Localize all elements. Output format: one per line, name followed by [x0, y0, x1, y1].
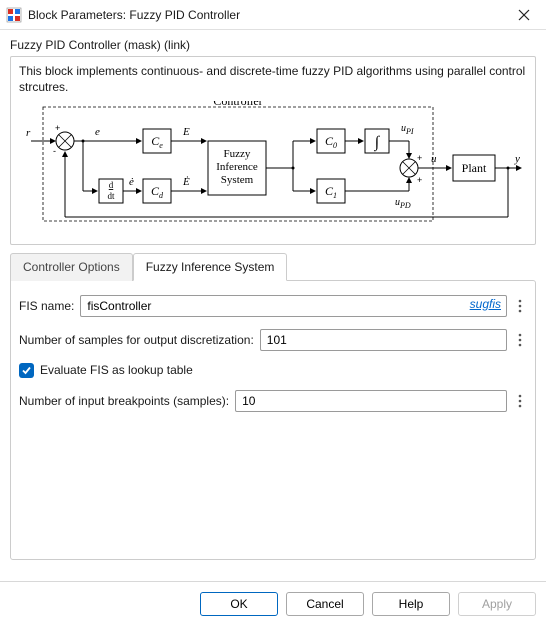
window-title: Block Parameters: Fuzzy PID Controller — [28, 8, 510, 22]
ok-button[interactable]: OK — [200, 592, 278, 616]
num-samples-menu-icon[interactable] — [513, 329, 527, 351]
breakpoints-input[interactable] — [235, 390, 507, 412]
apply-button: Apply — [458, 592, 536, 616]
num-samples-label: Number of samples for output discretizat… — [19, 333, 254, 347]
tab-fuzzy-inference-system[interactable]: Fuzzy Inference System — [133, 253, 288, 281]
description-box: This block implements continuous- and di… — [10, 56, 536, 245]
breakpoints-menu-icon[interactable] — [513, 390, 527, 412]
svg-text:+: + — [417, 153, 422, 163]
fis-type-link[interactable]: sugfis — [470, 297, 501, 311]
svg-text:Fuzzy: Fuzzy — [224, 148, 251, 160]
cancel-button[interactable]: Cancel — [286, 592, 364, 616]
svg-text:uPD: uPD — [395, 197, 411, 210]
breakpoints-label: Number of input breakpoints (samples): — [19, 394, 229, 408]
close-button[interactable] — [510, 5, 538, 25]
svg-text:Controller: Controller — [213, 101, 262, 108]
fis-name-menu-icon[interactable] — [513, 295, 527, 317]
svg-text:E: E — [182, 126, 190, 138]
fis-name-label: FIS name: — [19, 299, 74, 313]
svg-text:dt: dt — [107, 191, 115, 201]
app-icon — [6, 7, 22, 23]
svg-text:Plant: Plant — [462, 161, 487, 175]
svg-text:+: + — [417, 175, 422, 185]
description-text: This block implements continuous- and di… — [19, 63, 527, 95]
tab-controller-options[interactable]: Controller Options — [10, 253, 133, 281]
svg-text:Inference: Inference — [216, 161, 258, 173]
svg-text:Ė: Ė — [182, 176, 190, 188]
svg-text:u: u — [431, 153, 437, 165]
svg-text:r: r — [26, 127, 31, 139]
svg-text:+: + — [55, 123, 60, 133]
lookup-label: Evaluate FIS as lookup table — [40, 363, 193, 377]
tab-bar: Controller Options Fuzzy Inference Syste… — [10, 253, 536, 281]
footer: OK Cancel Help Apply — [0, 581, 546, 626]
svg-text:System: System — [221, 174, 254, 186]
tab-panel-fis: FIS name: sugfis Number of samples for o… — [10, 280, 536, 560]
svg-text:-: - — [53, 146, 56, 156]
lookup-checkbox[interactable] — [19, 363, 34, 378]
svg-text:uPI: uPI — [401, 123, 414, 136]
block-diagram: Controller r + - e Ce E d dt — [19, 101, 527, 231]
titlebar: Block Parameters: Fuzzy PID Controller — [0, 0, 546, 30]
svg-text:d: d — [109, 180, 114, 190]
help-button[interactable]: Help — [372, 592, 450, 616]
mask-title: Fuzzy PID Controller (mask) (link) — [10, 38, 536, 52]
fis-name-input[interactable] — [80, 295, 507, 317]
svg-text:y: y — [514, 153, 520, 165]
num-samples-input[interactable] — [260, 329, 507, 351]
svg-text:ė: ė — [129, 176, 134, 188]
svg-text:e: e — [95, 126, 100, 138]
